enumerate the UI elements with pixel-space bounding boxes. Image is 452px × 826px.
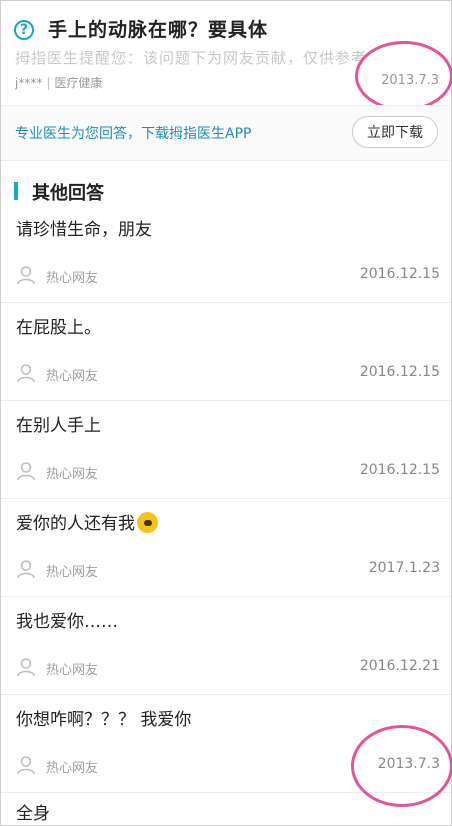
yellow-emoji-icon [137,512,158,533]
answer-text: 在屁股上。 [16,318,101,338]
answer-meta: 热心网友 2016.12.21 [16,657,440,679]
answer-text: 请珍惜生命，朋友 [16,220,152,240]
answer-meta: 热心网友 2016.12.15 [16,265,440,287]
answer-user[interactable]: 热心网友 [46,757,98,776]
question-category[interactable]: 医疗健康 [54,76,102,90]
question-date: 2013.7.3 [381,73,439,88]
answer-item[interactable]: 你想咋啊？？？ 我爱你 热心网友 2013.7.3 [1,695,451,793]
user-avatar-icon [17,462,35,481]
answer-meta: 热心网友 2017.1.23 [16,559,440,581]
answer-user[interactable]: 热心网友 [46,659,98,678]
answer-item[interactable]: 爱你的人还有我 热心网友 2017.1.23 [1,499,451,597]
answer-item[interactable]: 在别人手上 热心网友 2016.12.15 [1,401,451,499]
answer-meta: 热心网友 2013.7.3 [16,755,440,777]
answer-text: 我也爱你…… [16,612,118,632]
answer-text: 爱你的人还有我 [16,514,135,534]
answer-date: 2016.12.21 [359,658,440,674]
answer-date: 2016.12.15 [359,364,440,380]
answer-item[interactable]: 我也爱你…… 热心网友 2016.12.21 [1,597,451,695]
meta-separator: | [46,76,51,90]
answer-date: 2013.7.3 [377,756,440,772]
promo-text[interactable]: 专业医生为您回答，下载拇指医生APP [15,123,251,143]
answer-date: 2016.12.15 [359,462,440,478]
answer-user[interactable]: 热心网友 [46,267,98,286]
answer-user[interactable]: 热心网友 [46,561,98,580]
section-accent-bar [14,182,18,200]
answer-date: 2016.12.15 [359,266,440,282]
answer-date: 2017.1.23 [368,560,440,576]
answer-user[interactable]: 热心网友 [46,463,98,482]
user-avatar-icon [17,266,35,285]
answer-meta: 热心网友 2016.12.15 [16,461,440,483]
user-avatar-icon [17,658,35,677]
answer-list: 请珍惜生命，朋友 热心网友 2016.12.15 在屁股上。 热心网友 2016… [1,205,451,793]
answer-text-partial[interactable]: 全身 [16,799,50,824]
answer-item[interactable]: 在屁股上。 热心网友 2016.12.15 [1,303,451,401]
question-header: ? 手上的动脉在哪？要具体 拇指医生提醒您：该问题下为网友贡献，仅供参考 j**… [1,1,451,105]
question-title: 手上的动脉在哪？要具体 [48,19,269,41]
download-button[interactable]: 立即下载 [352,116,438,148]
user-avatar-icon [17,756,35,775]
answer-user[interactable]: 热心网友 [46,365,98,384]
question-circle-icon: ? [14,20,34,40]
section-title: 其他回答 [32,183,104,204]
answer-item[interactable]: 请珍惜生命，朋友 热心网友 2016.12.15 [1,205,451,303]
answer-text-row: 爱你的人还有我 [16,509,158,534]
answer-text: 你想咋啊？？？ 我爱你 [16,710,192,730]
user-avatar-icon [17,364,35,383]
question-meta: j**** | 医疗健康 [15,74,102,91]
answer-text: 在别人手上 [16,416,101,436]
question-user[interactable]: j**** [15,76,42,90]
answer-meta: 热心网友 2016.12.15 [16,363,440,385]
question-notice: 拇指医生提醒您：该问题下为网友贡献，仅供参考 [15,49,368,67]
app-promo-banner: 专业医生为您回答，下载拇指医生APP 立即下载 [1,105,451,161]
user-avatar-icon [17,560,35,579]
